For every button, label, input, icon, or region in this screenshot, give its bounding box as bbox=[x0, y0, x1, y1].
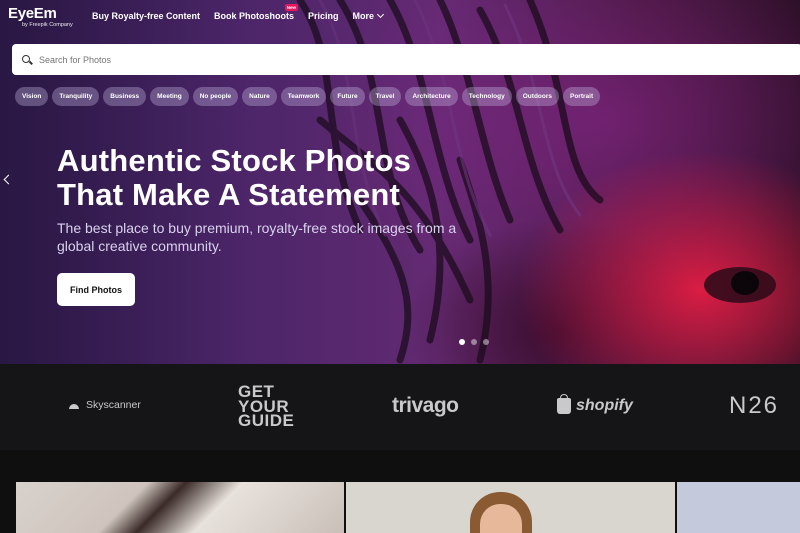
logo-wordmark: EyeEm bbox=[8, 5, 57, 22]
top-nav: EyeEm by Freepik Company Buy Royalty-fre… bbox=[0, 0, 800, 34]
gallery-photo-2[interactable] bbox=[346, 482, 675, 533]
nav-links: Buy Royalty-free Content Book Photoshoot… bbox=[92, 4, 385, 21]
skyscanner-sun-icon bbox=[66, 401, 82, 409]
hero-subline: The best place to buy premium, royalty-f… bbox=[57, 220, 457, 254]
tag-travel[interactable]: Travel bbox=[368, 87, 402, 106]
tag-future[interactable]: Future bbox=[330, 87, 365, 106]
shopify-bag-icon bbox=[557, 394, 571, 414]
shopify-logo: shopify bbox=[557, 394, 633, 415]
hero-headline: Authentic Stock Photos That Make A State… bbox=[57, 144, 477, 212]
logo-byline: by Freepik Company bbox=[22, 22, 73, 28]
nav-more-label: More bbox=[352, 11, 375, 21]
tag-nature[interactable]: Nature bbox=[242, 87, 277, 106]
carousel-dot-1[interactable] bbox=[459, 339, 465, 345]
nav-pricing[interactable]: Pricing bbox=[308, 11, 339, 21]
gallery-photo-1[interactable] bbox=[16, 482, 344, 533]
carousel-dot-2[interactable] bbox=[471, 339, 477, 345]
gyg-line3: GUIDE bbox=[238, 411, 295, 430]
n26-logo: N26 bbox=[729, 392, 780, 419]
new-badge: New bbox=[284, 4, 299, 11]
skyscanner-label: Skyscanner bbox=[86, 399, 141, 411]
search-bar[interactable] bbox=[12, 44, 800, 75]
tag-outdoors[interactable]: Outdoors bbox=[515, 87, 559, 106]
tag-tranquility[interactable]: Tranquility bbox=[52, 87, 100, 106]
trivago-logo: trivago bbox=[392, 394, 459, 417]
tag-teamwork[interactable]: Teamwork bbox=[280, 87, 327, 106]
carousel-dots bbox=[459, 339, 489, 345]
eyeem-logo[interactable]: EyeEm by Freepik Company bbox=[8, 6, 73, 29]
skyscanner-logo: Skyscanner bbox=[66, 399, 141, 411]
page: EyeEm by Freepik Company Buy Royalty-fre… bbox=[0, 0, 800, 533]
carousel-dot-3[interactable] bbox=[483, 339, 489, 345]
getyourguide-logo: GET YOUR GUIDE bbox=[238, 383, 295, 430]
nav-book-photoshoots-label: Book Photoshoots bbox=[214, 11, 295, 21]
find-photos-button[interactable]: Find Photos bbox=[57, 273, 135, 306]
nav-book-photoshoots[interactable]: Book Photoshoots New bbox=[214, 4, 299, 21]
shopify-label: shopify bbox=[576, 397, 633, 414]
tag-business[interactable]: Business bbox=[103, 87, 147, 106]
nav-buy-royalty-free[interactable]: Buy Royalty-free Content bbox=[92, 11, 200, 21]
nav-more[interactable]: More bbox=[352, 10, 385, 21]
search-icon bbox=[22, 54, 33, 65]
tag-meeting[interactable]: Meeting bbox=[150, 87, 189, 106]
tag-architecture[interactable]: Architecture bbox=[405, 87, 458, 106]
search-input[interactable] bbox=[39, 54, 800, 65]
tag-portrait[interactable]: Portrait bbox=[563, 87, 601, 106]
tag-list: Vision Tranquility Business Meeting No p… bbox=[15, 87, 601, 106]
hero-headline-line2: That Make A Statement bbox=[57, 177, 400, 212]
gallery-photo-3[interactable] bbox=[677, 482, 800, 533]
tag-vision[interactable]: Vision bbox=[15, 87, 49, 106]
hero-headline-line1: Authentic Stock Photos bbox=[57, 143, 412, 178]
chevron-down-icon bbox=[377, 10, 385, 19]
tag-technology[interactable]: Technology bbox=[461, 87, 512, 106]
tag-no-people[interactable]: No people bbox=[192, 87, 239, 106]
